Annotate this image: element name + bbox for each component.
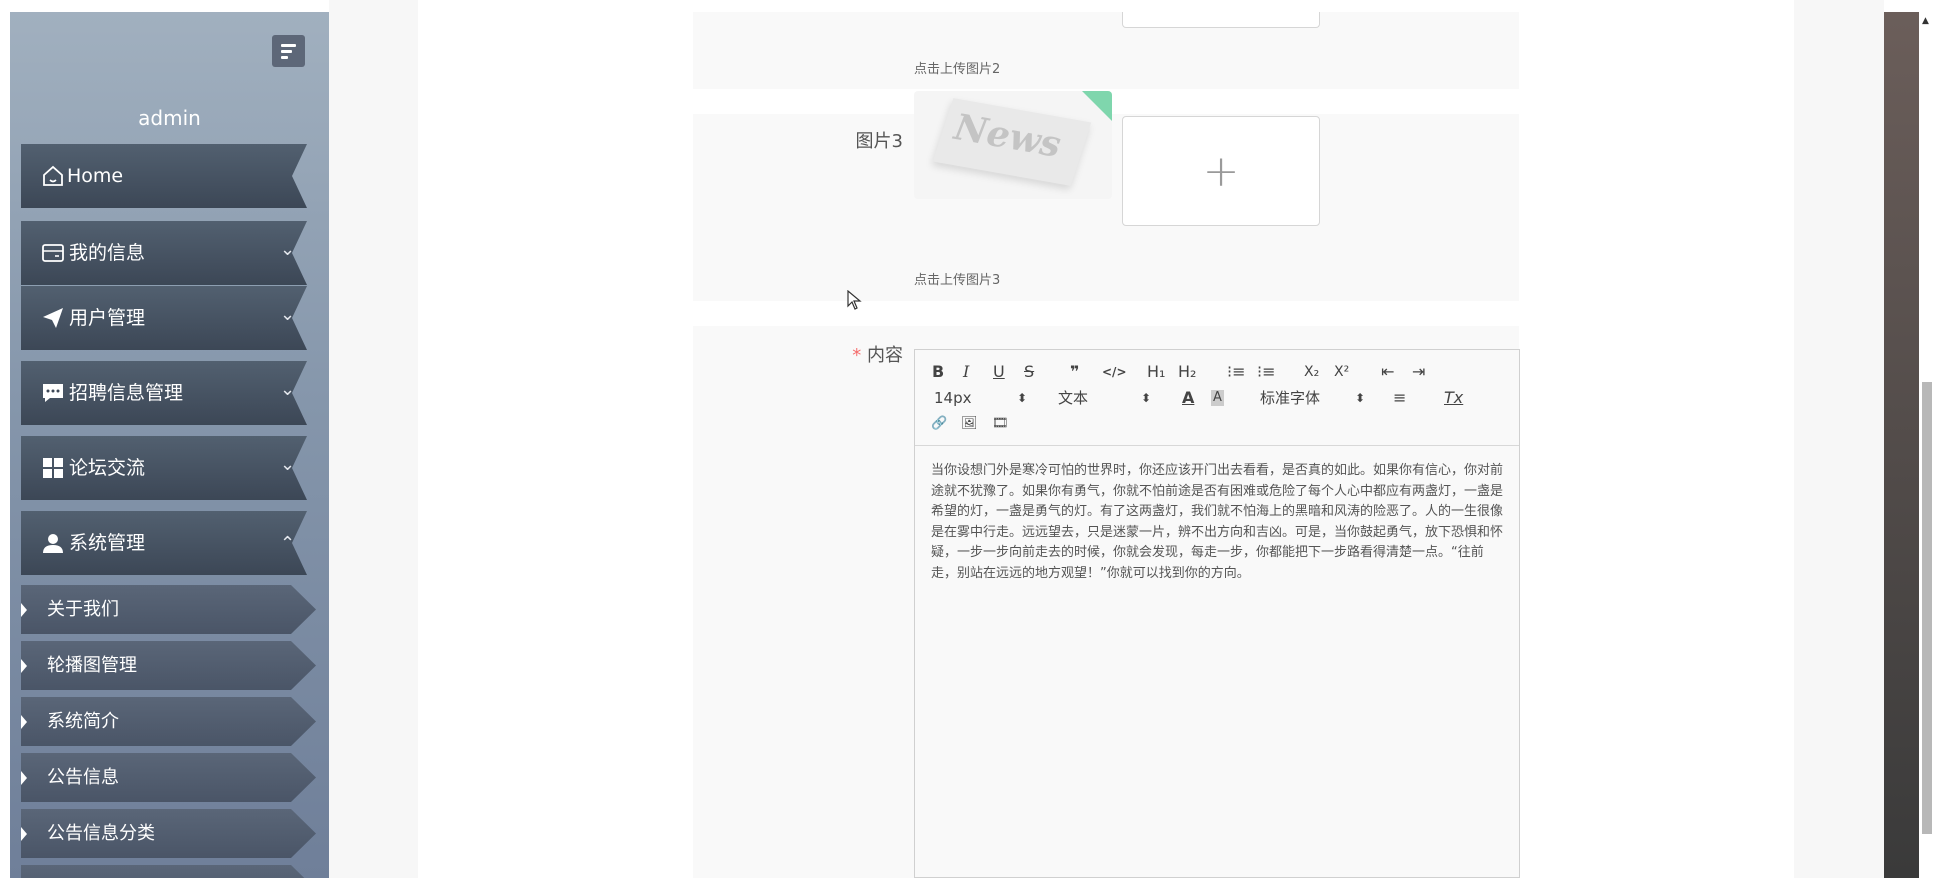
code-block-button[interactable]: </>	[1102, 362, 1127, 382]
image3-upload-box[interactable]: +	[1122, 116, 1320, 226]
paper-plane-icon	[43, 308, 63, 328]
select-arrows-icon: ⬍	[1355, 391, 1366, 405]
bold-button[interactable]: B	[932, 362, 944, 382]
outdent-button[interactable]: ⇥	[1412, 362, 1425, 382]
sidebar-subitem-carousel[interactable]: 轮播图管理	[21, 641, 316, 690]
sidebar-item-recruitment[interactable]: 招聘信息管理 ⌄	[21, 361, 307, 425]
sidebar-item-label: 招聘信息管理	[69, 382, 184, 404]
font-family-select[interactable]: 标准字体	[1260, 388, 1320, 408]
form-row-image2	[693, 12, 1519, 89]
chevron-down-icon: ⌄	[280, 379, 296, 400]
sidebar-subitem-announcement-category[interactable]: 公告信息分类	[21, 809, 316, 858]
collapse-menu-button[interactable]	[272, 35, 305, 67]
underline-button[interactable]: U	[993, 362, 1005, 382]
caret-right-icon	[21, 603, 27, 617]
required-asterisk: *	[852, 345, 862, 366]
window-scrollbar-area: ▲	[1884, 12, 1934, 878]
image2-upload-tip: 点击上传图片2	[914, 62, 1001, 77]
image3-thumbnail[interactable]: News	[914, 91, 1112, 199]
select-arrows-icon: ⬍	[1141, 391, 1152, 405]
editor-toolbar: B I U S ❞ </> H₁ H₂ ⁝≡ ⁝≡ X₂ X² ⇤ ⇥ 14px…	[915, 350, 1519, 446]
caret-right-icon	[21, 771, 27, 785]
sidebar-item-label: 我的信息	[69, 242, 146, 264]
image-button[interactable]: 🖼	[961, 414, 978, 434]
image2-upload-box[interactable]	[1122, 12, 1320, 28]
editor-content[interactable]: 当你设想门外是寒冷可怕的世界时，你还应该开门出去看看，是否真的如此。如果你有信心…	[931, 461, 1503, 584]
sidebar-item-label: 用户管理	[69, 307, 146, 329]
sidebar-item-home[interactable]: Home	[21, 144, 307, 208]
sidebar-subitem-announcements[interactable]: 公告信息	[21, 753, 316, 802]
chat-icon	[43, 384, 63, 402]
rich-text-editor[interactable]: B I U S ❞ </> H₁ H₂ ⁝≡ ⁝≡ X₂ X² ⇤ ⇥ 14px…	[914, 349, 1520, 878]
sidebar: admin Home 我的信息 ⌄ 用户管理 ⌄ 招聘信息管理 ⌄ 论坛交流 ⌄…	[10, 12, 329, 878]
align-button[interactable]: ≡	[1393, 388, 1406, 408]
caret-right-icon	[21, 827, 27, 841]
sidebar-subitem-system-intro[interactable]: 系统简介	[21, 697, 316, 746]
chevron-up-icon: ⌃	[280, 533, 296, 554]
scrollbar-thumb[interactable]	[1922, 382, 1932, 834]
blockquote-button[interactable]: ❞	[1070, 362, 1079, 382]
select-arrows-icon: ⬍	[1017, 391, 1028, 405]
sidebar-subitem-about-us[interactable]: 关于我们	[21, 585, 316, 634]
home-icon	[43, 165, 63, 186]
chevron-down-icon: ⌄	[280, 454, 296, 475]
chevron-down-icon: ⌄	[280, 239, 296, 260]
user-icon	[43, 534, 63, 553]
indent-button[interactable]: ⇤	[1381, 362, 1394, 382]
font-size-select[interactable]: 14px	[934, 388, 972, 408]
sidebar-subitem-label: 系统简介	[47, 711, 119, 732]
sidebar-item-forum[interactable]: 论坛交流 ⌄	[21, 436, 307, 500]
clean-format-button[interactable]: Tx	[1444, 388, 1463, 408]
sidebar-item-label: 论坛交流	[69, 457, 146, 479]
scroll-up-arrow-icon[interactable]: ▲	[1922, 16, 1929, 26]
font-color-button[interactable]: A	[1182, 388, 1194, 408]
bullet-list-button[interactable]: ⁝≡	[1257, 362, 1276, 382]
subscript-button[interactable]: X₂	[1304, 362, 1319, 382]
sidebar-subitem-partial[interactable]	[21, 865, 316, 878]
sidebar-item-system-management[interactable]: 系统管理 ⌃	[21, 511, 307, 575]
sidebar-username: admin	[138, 106, 201, 130]
sidebar-subitem-label: 关于我们	[47, 599, 119, 620]
header2-button[interactable]: H₂	[1178, 362, 1196, 382]
sidebar-subitem-label: 公告信息分类	[47, 823, 155, 844]
superscript-button[interactable]: X²	[1334, 362, 1349, 382]
caret-right-icon	[21, 715, 27, 729]
sidebar-item-label: Home	[67, 165, 124, 187]
sidebar-subitem-label: 轮播图管理	[47, 655, 137, 676]
caret-right-icon	[21, 659, 27, 673]
background-color-button[interactable]: A	[1211, 390, 1224, 406]
mouse-pointer-icon	[847, 290, 862, 310]
thumbnail-corner-badge	[1082, 91, 1112, 121]
header-select[interactable]: 文本	[1058, 388, 1088, 408]
grid-icon	[43, 458, 63, 478]
ordered-list-button[interactable]: ⁝≡	[1227, 362, 1246, 382]
sidebar-subitem-label: 公告信息	[47, 767, 119, 788]
link-button[interactable]: 🔗	[931, 414, 947, 434]
image3-upload-tip: 点击上传图片3	[914, 273, 1001, 288]
content-label: * 内容	[840, 341, 903, 367]
wallet-icon	[42, 244, 64, 262]
chevron-down-icon: ⌄	[280, 304, 296, 325]
sidebar-item-my-info[interactable]: 我的信息 ⌄	[21, 221, 307, 285]
italic-button[interactable]: I	[963, 362, 969, 382]
sidebar-item-label: 系统管理	[69, 532, 146, 554]
strike-button[interactable]: S	[1024, 362, 1034, 382]
sidebar-item-user-management[interactable]: 用户管理 ⌄	[21, 286, 307, 350]
plus-icon: +	[1202, 146, 1240, 197]
video-button[interactable]: 🎞	[992, 414, 1009, 434]
content-label-text: 内容	[867, 345, 903, 366]
image3-label: 图片3	[855, 131, 903, 152]
header1-button[interactable]: H₁	[1147, 362, 1165, 382]
